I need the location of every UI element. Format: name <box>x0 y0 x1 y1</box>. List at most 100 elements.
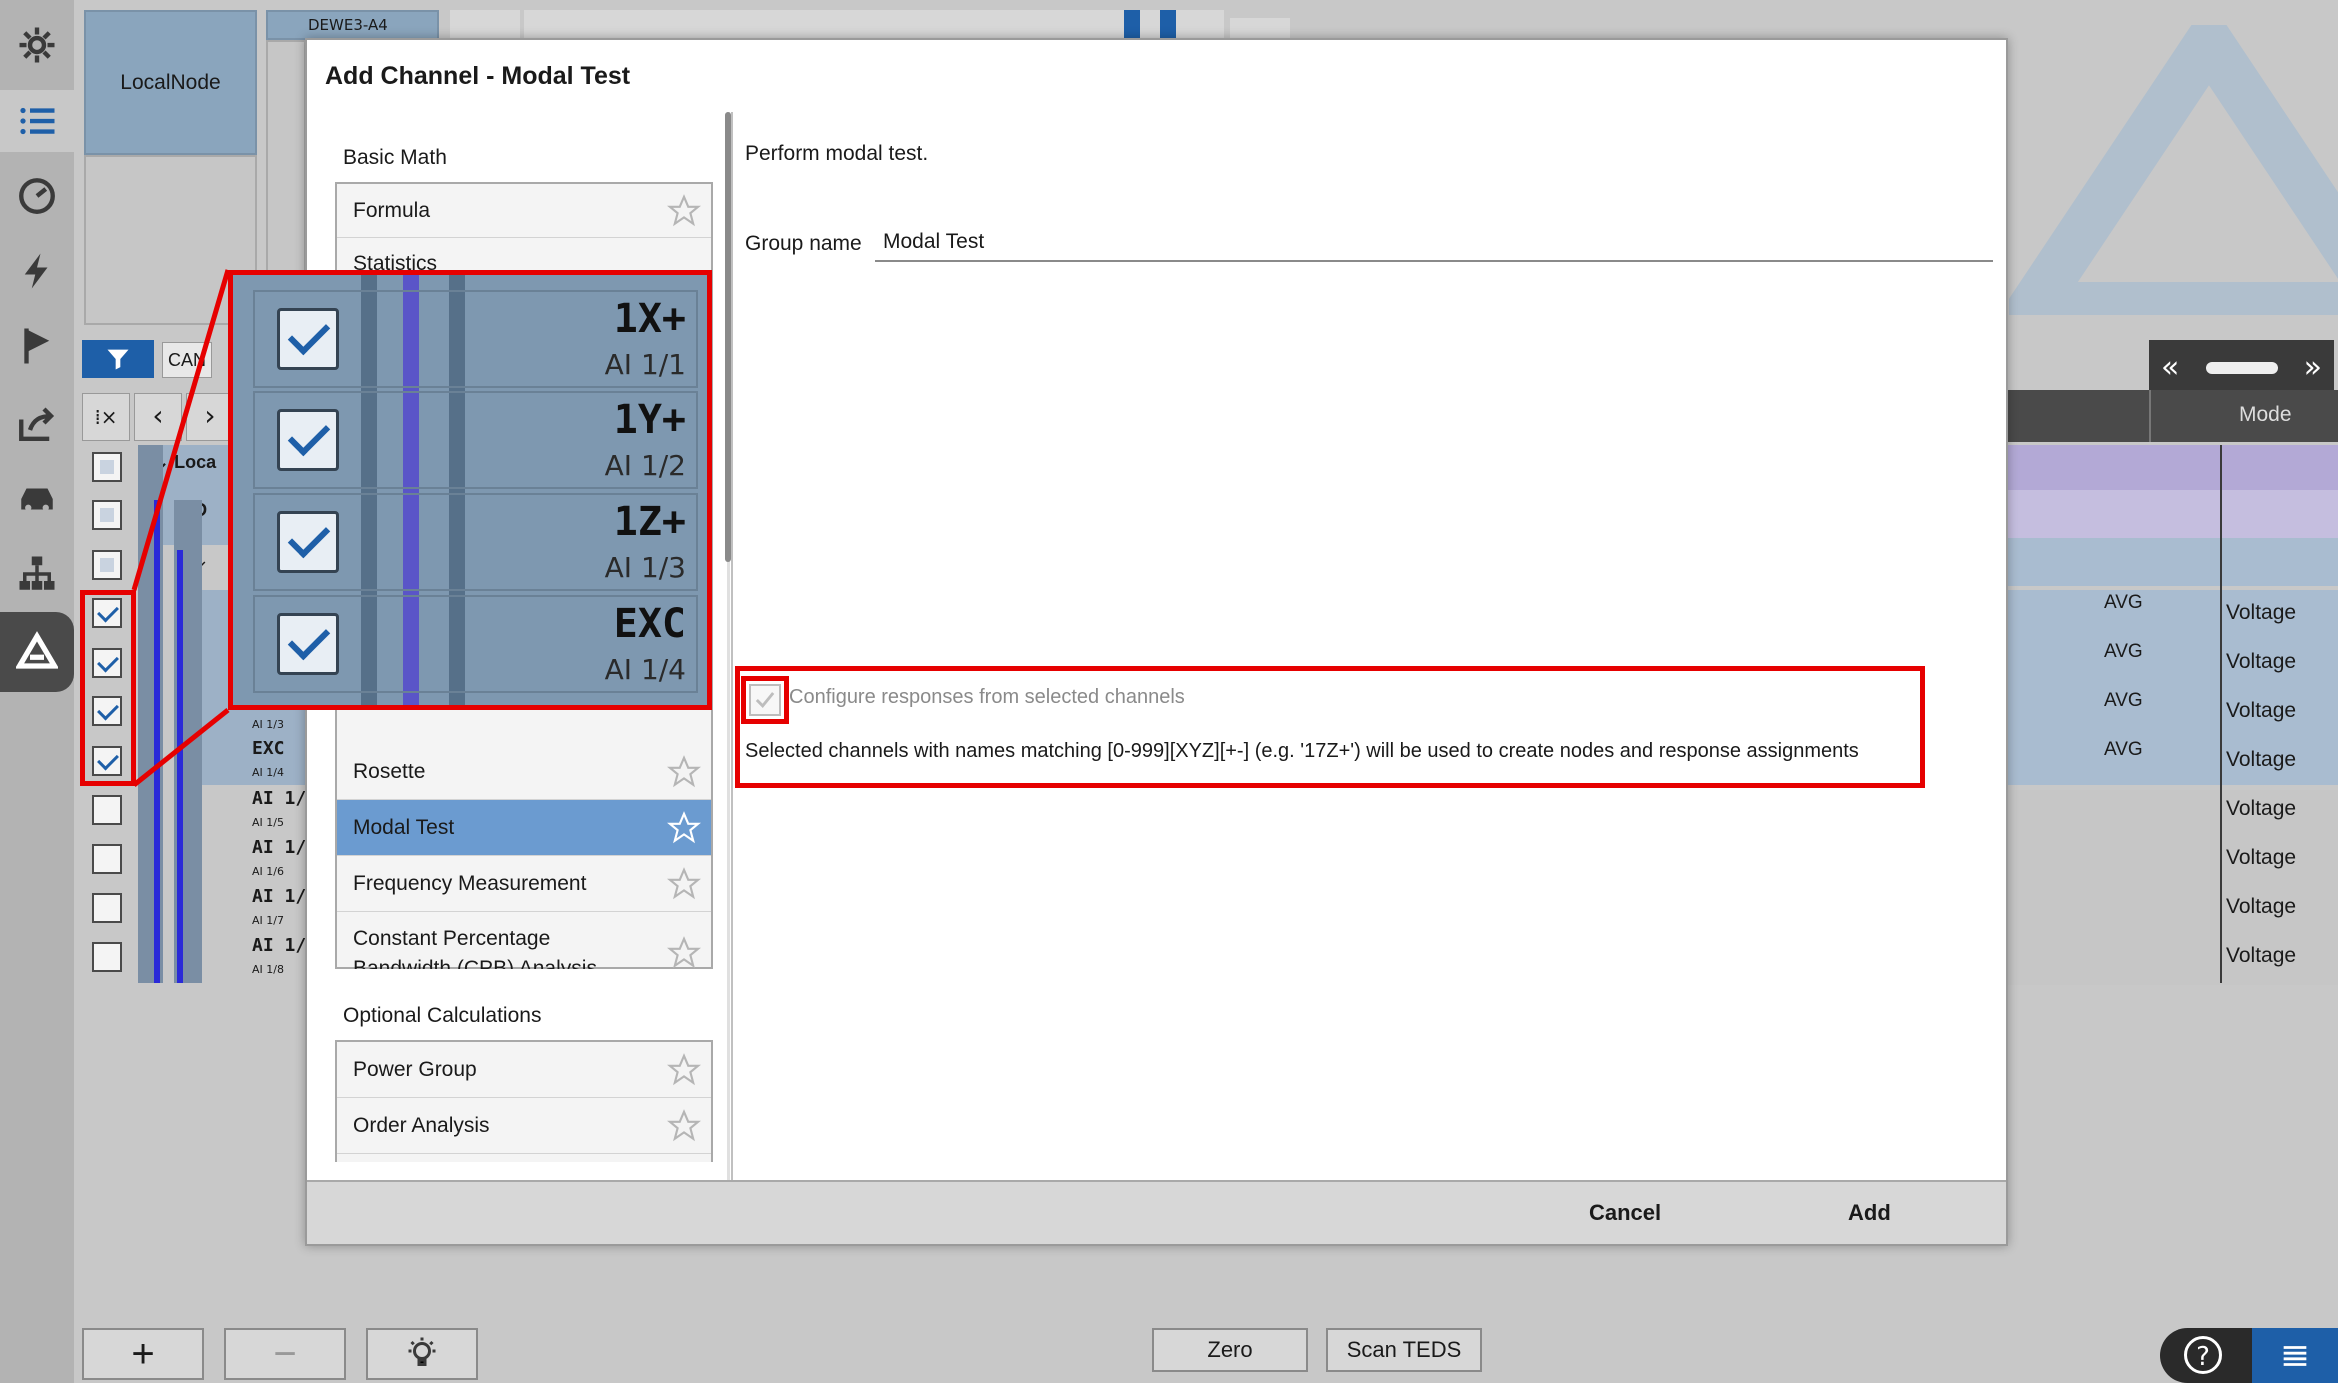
zoom-name-1: 1X+ <box>613 296 686 342</box>
help-icon[interactable]: ? <box>2184 1336 2222 1374</box>
group-name-input[interactable]: Modal Test <box>875 226 1993 262</box>
car-icon[interactable] <box>0 468 74 530</box>
channel-sub-1: AI 1/3 <box>252 718 284 731</box>
prev-button[interactable]: ‹ <box>134 393 182 441</box>
dialog-footer: Cancel Add <box>307 1180 2006 1244</box>
star-icon[interactable] <box>667 1108 701 1143</box>
configure-label: Configure responses from selected channe… <box>789 686 1185 708</box>
channel-sub-5: AI 1/7 <box>252 914 284 927</box>
channel-name-2: EXC <box>252 738 285 759</box>
list-item-formula[interactable]: Formula <box>337 184 711 238</box>
zoom-name-2: 1Y+ <box>613 397 686 443</box>
chevron-double-left-icon[interactable]: « <box>2161 350 2179 385</box>
zero-button[interactable]: Zero <box>1152 1328 1308 1372</box>
group-name-value: Modal Test <box>883 230 985 253</box>
scan-teds-button[interactable]: Scan TEDS <box>1326 1328 1482 1372</box>
star-icon[interactable] <box>667 866 701 901</box>
mode-header: Mode <box>2239 403 2292 426</box>
tab-blank-3[interactable] <box>1230 18 1290 40</box>
export-icon[interactable] <box>0 392 74 454</box>
lightbulb-icon <box>408 1337 436 1366</box>
dewesoft-logo-icon[interactable] <box>0 612 74 692</box>
filter-button[interactable] <box>82 340 154 378</box>
gauge-icon[interactable] <box>0 165 74 227</box>
list-item-power-group[interactable]: Power Group <box>337 1042 711 1098</box>
can-filter-button[interactable]: CAN <box>162 342 212 378</box>
grid-group-row-3 <box>2004 538 2338 586</box>
list-item-order-analysis[interactable]: Order Analysis <box>337 1098 711 1154</box>
star-icon[interactable] <box>667 193 701 228</box>
zoom-row-2: 1Y+ AI 1/2 <box>253 391 698 489</box>
mode-cell-8[interactable]: Voltage <box>2226 944 2296 968</box>
blue-marker-2 <box>1160 10 1176 40</box>
local-node-label: LocalNode <box>120 70 221 94</box>
star-icon[interactable] <box>667 754 701 789</box>
add-channel-button[interactable]: + <box>82 1328 204 1380</box>
tab-blank-1[interactable] <box>450 10 520 40</box>
auto-detect-button[interactable] <box>366 1328 478 1380</box>
tree-label: ⌄ Loca <box>154 452 217 472</box>
row-checkbox-2[interactable] <box>92 500 122 530</box>
item-label: Rosette <box>353 759 426 783</box>
star-icon[interactable] <box>667 936 701 970</box>
description-text: Perform modal test. <box>745 142 929 165</box>
star-icon[interactable] <box>667 1052 701 1087</box>
mode-cell-3[interactable]: Voltage <box>2226 699 2296 723</box>
mode-cell-7[interactable]: Voltage <box>2226 895 2296 919</box>
local-node-tile[interactable]: LocalNode <box>84 10 257 155</box>
mode-cell-6[interactable]: Voltage <box>2226 846 2296 870</box>
item-label: Formula <box>353 198 431 222</box>
scroll-strip-control[interactable]: « » <box>2149 340 2334 395</box>
list-view-button[interactable] <box>2252 1328 2338 1383</box>
row-checkbox-3[interactable] <box>92 550 122 580</box>
channel-sub-2: AI 1/4 <box>252 766 284 779</box>
list-item-modal-test[interactable]: Modal Test <box>337 800 711 856</box>
list-item-rosette[interactable]: Rosette <box>337 744 711 800</box>
zoom-sub-2: AI 1/2 <box>604 449 686 482</box>
tab-blank-2[interactable] <box>524 10 1224 40</box>
avg-cell-4: AVG <box>2104 739 2143 760</box>
row-checkbox-11[interactable] <box>92 942 122 972</box>
remove-channel-button[interactable]: − <box>224 1328 346 1380</box>
row-checkbox-10[interactable] <box>92 893 122 923</box>
tree-line-2 <box>177 550 183 983</box>
flag-icon[interactable] <box>0 315 74 377</box>
device-label: DEWE3-A4 <box>308 16 388 34</box>
configure-checkbox[interactable] <box>749 684 781 716</box>
configure-highlight-box <box>735 666 1925 788</box>
optional-calculations-title: Optional Calculations <box>343 1004 542 1027</box>
zoom-checkbox-2 <box>277 409 339 471</box>
mode-cell-5[interactable]: Voltage <box>2226 797 2296 821</box>
row-checkbox-9[interactable] <box>92 844 122 874</box>
list-view-icon <box>2283 1345 2307 1366</box>
star-icon[interactable] <box>667 810 701 845</box>
tree-line-1 <box>154 500 160 983</box>
mode-cell-1[interactable]: Voltage <box>2226 601 2296 625</box>
zoom-name-3: 1Z+ <box>613 499 686 545</box>
zoom-checkbox-3 <box>277 511 339 573</box>
grid-group-row-2 <box>2004 490 2338 538</box>
next-button[interactable]: › <box>186 393 234 441</box>
item-label-line-1: Constant Percentage <box>353 926 551 950</box>
check-icon <box>755 692 775 709</box>
device-tile[interactable]: DEWE3-A4 <box>266 10 439 40</box>
row-checkbox-8[interactable] <box>92 795 122 825</box>
bolt-icon[interactable] <box>0 240 74 302</box>
dewesoft-watermark-icon <box>2009 25 2338 315</box>
clear-selection-button[interactable]: ⁞× <box>82 393 130 441</box>
mode-cell-2[interactable]: Voltage <box>2226 650 2296 674</box>
list-icon[interactable] <box>0 90 74 152</box>
cancel-button[interactable]: Cancel <box>1589 1200 1661 1226</box>
network-icon[interactable] <box>0 543 74 605</box>
mode-cell-4[interactable]: Voltage <box>2226 748 2296 772</box>
gear-icon[interactable] <box>0 14 74 76</box>
list-item-frequency-measurement[interactable]: Frequency Measurement <box>337 856 711 912</box>
add-button[interactable]: Add <box>1848 1200 1891 1226</box>
group-name-label: Group name <box>745 232 862 255</box>
checkbox-highlight-box <box>80 590 136 786</box>
optional-list: Power Group Order Analysis <box>335 1040 713 1162</box>
scroll-slider[interactable] <box>2205 361 2278 374</box>
zoom-sub-4: AI 1/4 <box>604 653 686 686</box>
chevron-double-right-icon[interactable]: » <box>2304 350 2322 385</box>
row-checkbox-1[interactable] <box>92 452 122 482</box>
